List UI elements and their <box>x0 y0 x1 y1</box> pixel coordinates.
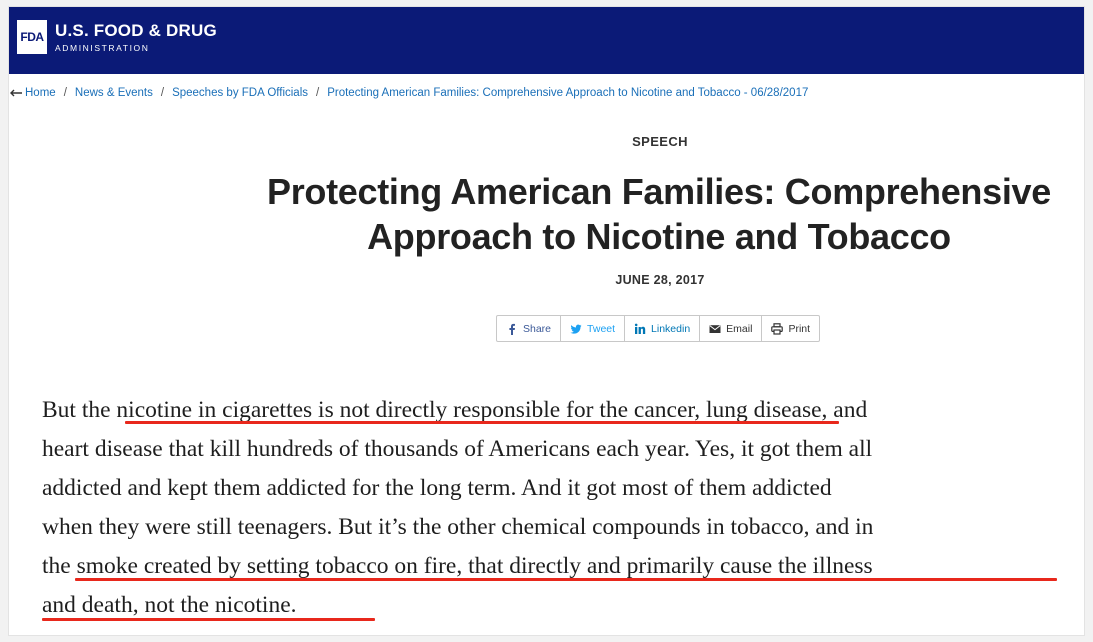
breadcrumb: Home / News & Events / Speeches by FDA O… <box>9 85 808 101</box>
share-facebook-button[interactable]: Share <box>497 316 562 341</box>
breadcrumb-separator: / <box>160 87 165 99</box>
highlight-underline <box>125 421 839 424</box>
excerpt-line: heart disease that kill hundreds of thou… <box>42 436 873 462</box>
facebook-icon <box>509 323 515 335</box>
share-twitter-button[interactable]: Tweet <box>561 316 626 341</box>
share-linkedin-button[interactable]: Linkedin <box>625 316 701 341</box>
back-arrow-icon <box>10 89 22 97</box>
share-email-label: Email <box>726 322 753 335</box>
print-button[interactable]: Print <box>762 316 819 341</box>
fda-logo[interactable]: FDA <box>16 19 48 55</box>
site-header: FDA U.S. FOOD & DRUG ADMINISTRATION <box>9 7 1084 74</box>
speech-excerpt: But the nicotine in cigarettes is not di… <box>42 391 1082 625</box>
highlight-underline <box>75 578 1057 581</box>
breadcrumb-separator: / <box>316 87 320 99</box>
print-label: Print <box>788 322 811 335</box>
linkedin-icon <box>634 323 646 334</box>
agency-subtitle: ADMINISTRATION <box>55 43 150 53</box>
share-twitter-label: Tweet <box>587 322 616 335</box>
envelope-icon <box>709 324 721 333</box>
publish-date: JUNE 28, 2017 <box>615 273 705 287</box>
breadcrumb-current-page[interactable]: Protecting American Families: Comprehens… <box>327 87 808 99</box>
excerpt-line: addicted and kept them addicted for the … <box>42 475 832 501</box>
breadcrumb-separator: / <box>63 87 67 99</box>
page-title: Protecting American Families: Comprehens… <box>264 169 1054 259</box>
breadcrumb-home[interactable]: Home <box>25 87 56 99</box>
agency-name[interactable]: U.S. FOOD & DRUG <box>55 21 217 41</box>
highlight-underline <box>42 618 375 621</box>
screenshot-frame: FDA U.S. FOOD & DRUG ADMINISTRATION Home… <box>8 6 1085 636</box>
share-linkedin-label: Linkedin <box>651 322 691 335</box>
page-title-line-2: Approach to Nicotine and Tobacco <box>367 216 951 257</box>
fda-logo-text: FDA <box>20 30 44 44</box>
content-type-label: SPEECH <box>632 134 688 149</box>
excerpt-line: when they were still teenagers. But it’s… <box>42 514 874 540</box>
twitter-icon <box>570 324 582 334</box>
share-facebook-label: Share <box>523 322 552 335</box>
breadcrumb-news-events[interactable]: News & Events <box>75 87 153 99</box>
breadcrumb-speeches[interactable]: Speeches by FDA Officials <box>172 87 308 99</box>
page-title-line-1: Protecting American Families: Comprehens… <box>266 171 1051 212</box>
printer-icon <box>771 322 784 335</box>
share-toolbar: Share Tweet Linkedin Email Print <box>496 315 821 342</box>
share-email-button[interactable]: Email <box>700 316 763 341</box>
excerpt-line: But the nicotine in cigarettes is not di… <box>42 397 868 423</box>
